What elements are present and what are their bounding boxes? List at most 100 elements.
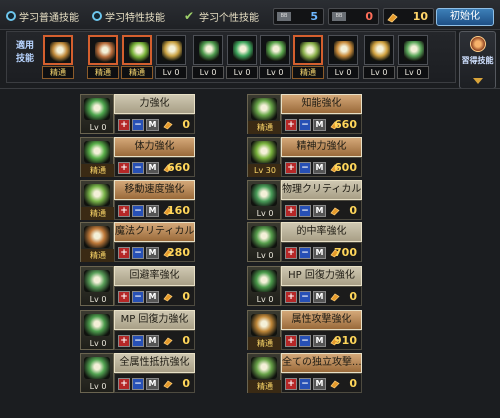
max-button[interactable]: M [146, 335, 159, 347]
skill-card[interactable]: Lv 0 物理クリティカル... +−M 0 [247, 180, 362, 220]
skill-card[interactable]: Lv 0 HP 回復力強化 + − M 0 [247, 266, 362, 306]
chevron-down-icon [473, 78, 483, 84]
skill-tile [227, 35, 257, 65]
plus-button[interactable]: + [285, 335, 297, 347]
plus-button[interactable]: + [285, 247, 297, 259]
strip-skill-slot[interactable]: Lv 0 [259, 35, 291, 81]
coin-icon [330, 207, 340, 216]
skill-icon-frame: Lv 0 [80, 94, 114, 134]
minus-button[interactable]: − [299, 378, 311, 390]
strip-skill-slot[interactable]: 精通 [87, 35, 119, 81]
skill-cost: 700 [334, 246, 357, 259]
plus-button[interactable]: + [285, 378, 297, 390]
skill-name: 属性攻撃強化 [281, 310, 362, 330]
skill-card[interactable]: Lv 0 力強化 + − M 0 [80, 94, 195, 134]
skill-card[interactable]: Lv 0 的中率強化 + − M 700 [247, 222, 362, 262]
strip-skill-slot[interactable]: Lv 0 [397, 35, 429, 81]
max-button[interactable]: M [313, 119, 326, 131]
strip-skill-slot[interactable]: 精通 [121, 35, 153, 81]
max-button[interactable]: M [146, 205, 159, 217]
tab-normal-skills[interactable]: 学习普通技能 [6, 8, 79, 24]
skill-icon [84, 357, 110, 379]
max-button[interactable]: M [146, 162, 159, 174]
minus-button[interactable]: − [132, 247, 144, 259]
minus-button[interactable]: − [132, 205, 144, 217]
skill-icon-frame: Lv 0 [247, 266, 281, 306]
skill-card[interactable]: Lv 0 全属性抵抗強化 + − M 0 [80, 353, 195, 393]
skill-card[interactable]: Lv 0 回避率強化 + − M 0 [80, 266, 195, 306]
skill-controls: + − M 0 [114, 330, 195, 350]
strip-skill-slot[interactable]: Lv 0 [363, 35, 395, 81]
skill-level-label: Lv 0 [397, 66, 429, 79]
plus-button[interactable]: + [118, 247, 130, 259]
sp-counter: BB 5 [273, 8, 324, 25]
skill-card[interactable]: 精通 移動速度強化 + − M 160 [80, 180, 195, 220]
skill-card[interactable]: 精通 全ての独立攻撃... + − M 0 [247, 353, 362, 393]
coin-icon [330, 380, 340, 389]
minus-button[interactable]: − [299, 291, 311, 303]
plus-button[interactable]: + [285, 205, 297, 217]
minus-button[interactable]: − [299, 119, 311, 131]
minus-button[interactable]: − [132, 378, 144, 390]
skill-card[interactable]: 精通 属性攻撃強化 + − M 910 [247, 310, 362, 350]
tab-trait-skills[interactable]: 学习特性技能 [92, 8, 165, 24]
minus-button[interactable]: − [299, 335, 311, 347]
max-button[interactable]: M [313, 291, 326, 303]
plus-button[interactable]: + [285, 162, 297, 174]
minus-button[interactable]: − [299, 247, 311, 259]
skill-cost: 0 [182, 290, 190, 303]
skill-icon [95, 42, 115, 62]
skill-icon [162, 41, 182, 61]
skill-card[interactable]: Lv 30 精神力強化 + − M 600 [247, 137, 362, 177]
max-button[interactable]: M [313, 335, 326, 347]
initialize-button[interactable]: 初始化 [436, 8, 494, 26]
max-button[interactable]: M [146, 291, 159, 303]
tab-personal-skills[interactable]: ✔ 学习个性技能 [184, 8, 259, 24]
learn-skills-button[interactable]: 習得技能 [459, 31, 496, 89]
skill-icon [84, 226, 110, 248]
strip-skill-slot[interactable]: Lv 0 [155, 35, 187, 81]
plus-button[interactable]: + [285, 291, 297, 303]
strip-skill-slot[interactable]: 精通 [42, 35, 74, 81]
max-button[interactable]: M [146, 247, 159, 259]
skill-level: Lv 0 [256, 295, 274, 304]
skill-name: 体力強化 [114, 137, 195, 157]
minus-button[interactable]: − [299, 205, 311, 217]
minus-button[interactable]: − [132, 291, 144, 303]
strip-skill-slot[interactable]: Lv 0 [226, 35, 258, 81]
max-button[interactable]: M [146, 378, 159, 390]
skill-card[interactable]: 精通 魔法クリティカル... +−M 280 [80, 222, 195, 262]
plus-button[interactable]: + [118, 119, 130, 131]
skill-controls: + − M 0 [281, 286, 362, 306]
plus-button[interactable]: + [285, 119, 297, 131]
skill-card[interactable]: 精通 知能強化 + − M 660 [247, 94, 362, 134]
plus-button[interactable]: + [118, 162, 130, 174]
skill-cost: 280 [167, 246, 190, 259]
minus-button[interactable]: − [132, 335, 144, 347]
skill-icon [129, 42, 149, 62]
plus-button[interactable]: + [118, 291, 130, 303]
strip-skill-slot[interactable]: Lv 0 [192, 35, 224, 81]
coin-counter: 10 [383, 8, 434, 25]
max-button[interactable]: M [146, 119, 159, 131]
plus-button[interactable]: + [118, 205, 130, 217]
skill-card[interactable]: 精通 体力強化 + − M 660 [80, 137, 195, 177]
minus-button[interactable]: − [132, 119, 144, 131]
skill-card[interactable]: Lv 0 MP 回復力強化 + − M 0 [80, 310, 195, 350]
skill-icon-frame: 精通 [247, 353, 282, 393]
minus-button[interactable]: − [132, 162, 144, 174]
plus-button[interactable]: + [118, 335, 130, 347]
minus-button[interactable]: − [299, 162, 311, 174]
plus-button[interactable]: + [118, 378, 130, 390]
max-button[interactable]: M [313, 205, 326, 217]
max-button[interactable]: M [313, 247, 326, 259]
max-button[interactable]: M [313, 378, 326, 390]
skill-icon [50, 42, 70, 62]
skill-level: Lv 0 [89, 382, 107, 391]
strip-skill-slot[interactable]: 精通 [292, 35, 324, 81]
skill-cost: 0 [349, 204, 357, 217]
coin-icon [330, 293, 340, 302]
strip-skill-slot[interactable]: Lv 0 [327, 35, 359, 81]
skill-name: 的中率強化 [281, 222, 362, 242]
max-button[interactable]: M [313, 162, 326, 174]
